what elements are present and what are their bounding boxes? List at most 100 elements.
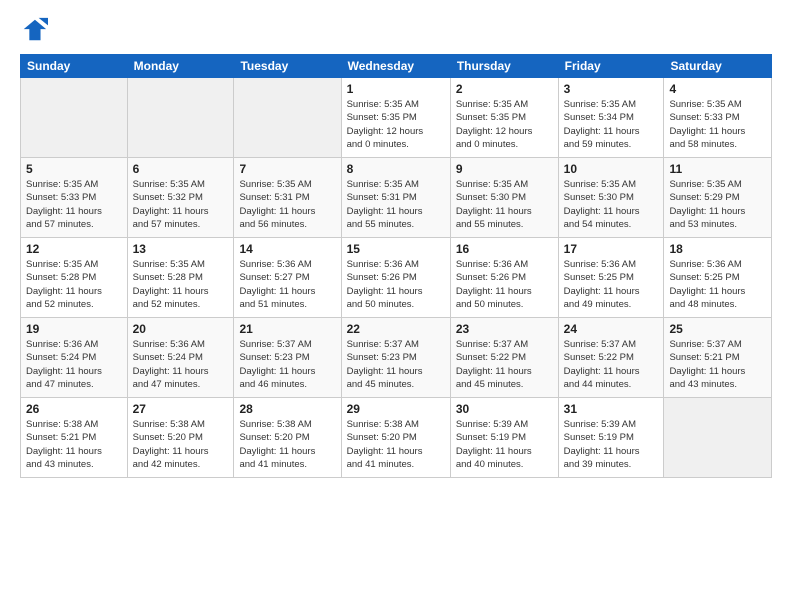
calendar-cell: 1 Sunrise: 5:35 AMSunset: 5:35 PMDaylight… <box>341 78 450 158</box>
day-info: Sunrise: 5:38 AMSunset: 5:20 PMDaylight:… <box>239 418 335 471</box>
calendar-week-row: 1 Sunrise: 5:35 AMSunset: 5:35 PMDaylight… <box>21 78 772 158</box>
day-number: 15 <box>347 242 445 256</box>
logo-icon <box>20 16 48 44</box>
day-info: Sunrise: 5:35 AMSunset: 5:31 PMDaylight:… <box>239 178 335 231</box>
day-number: 1 <box>347 82 445 96</box>
day-info: Sunrise: 5:35 AMSunset: 5:34 PMDaylight:… <box>564 98 659 151</box>
day-number: 18 <box>669 242 766 256</box>
calendar-cell: 15 Sunrise: 5:36 AMSunset: 5:26 PMDayligh… <box>341 238 450 318</box>
day-info: Sunrise: 5:37 AMSunset: 5:21 PMDaylight:… <box>669 338 766 391</box>
calendar-cell: 3 Sunrise: 5:35 AMSunset: 5:34 PMDaylight… <box>558 78 664 158</box>
calendar-cell: 5 Sunrise: 5:35 AMSunset: 5:33 PMDaylight… <box>21 158 128 238</box>
calendar-cell: 7 Sunrise: 5:35 AMSunset: 5:31 PMDaylight… <box>234 158 341 238</box>
calendar-cell: 2 Sunrise: 5:35 AMSunset: 5:35 PMDaylight… <box>450 78 558 158</box>
day-info: Sunrise: 5:39 AMSunset: 5:19 PMDaylight:… <box>564 418 659 471</box>
calendar-cell: 18Sunrise: 5:36 AMSunset: 5:25 PMDayligh… <box>664 238 772 318</box>
calendar-cell: 27Sunrise: 5:38 AMSunset: 5:20 PMDayligh… <box>127 398 234 478</box>
calendar-cell <box>234 78 341 158</box>
calendar-cell: 8 Sunrise: 5:35 AMSunset: 5:31 PMDaylight… <box>341 158 450 238</box>
calendar-cell <box>21 78 128 158</box>
day-number: 26 <box>26 402 122 416</box>
weekday-header: Wednesday <box>341 55 450 78</box>
day-info: Sunrise: 5:35 AMSunset: 5:30 PMDaylight:… <box>456 178 553 231</box>
weekday-header: Monday <box>127 55 234 78</box>
calendar-week-row: 12 Sunrise: 5:35 AMSunset: 5:28 PMDayligh… <box>21 238 772 318</box>
weekday-header: Friday <box>558 55 664 78</box>
day-info: Sunrise: 5:35 AMSunset: 5:35 PMDaylight:… <box>347 98 445 151</box>
weekday-header: Tuesday <box>234 55 341 78</box>
day-info: Sunrise: 5:35 AMSunset: 5:31 PMDaylight:… <box>347 178 445 231</box>
day-number: 24 <box>564 322 659 336</box>
calendar-cell: 20Sunrise: 5:36 AMSunset: 5:24 PMDayligh… <box>127 318 234 398</box>
day-info: Sunrise: 5:35 AMSunset: 5:35 PMDaylight:… <box>456 98 553 151</box>
calendar-cell <box>127 78 234 158</box>
day-info: Sunrise: 5:36 AMSunset: 5:24 PMDaylight:… <box>26 338 122 391</box>
calendar-cell: 19Sunrise: 5:36 AMSunset: 5:24 PMDayligh… <box>21 318 128 398</box>
calendar-cell: 6 Sunrise: 5:35 AMSunset: 5:32 PMDaylight… <box>127 158 234 238</box>
calendar-cell: 25 Sunrise: 5:37 AMSunset: 5:21 PMDayligh… <box>664 318 772 398</box>
calendar-cell: 29 Sunrise: 5:38 AMSunset: 5:20 PMDayligh… <box>341 398 450 478</box>
day-info: Sunrise: 5:35 AMSunset: 5:28 PMDaylight:… <box>26 258 122 311</box>
day-info: Sunrise: 5:35 AMSunset: 5:30 PMDaylight:… <box>564 178 659 231</box>
day-number: 7 <box>239 162 335 176</box>
day-info: Sunrise: 5:36 AMSunset: 5:26 PMDaylight:… <box>456 258 553 311</box>
day-number: 29 <box>347 402 445 416</box>
calendar-cell: 12 Sunrise: 5:35 AMSunset: 5:28 PMDayligh… <box>21 238 128 318</box>
calendar-cell: 10 Sunrise: 5:35 AMSunset: 5:30 PMDayligh… <box>558 158 664 238</box>
weekday-header: Saturday <box>664 55 772 78</box>
calendar-cell: 23Sunrise: 5:37 AMSunset: 5:22 PMDayligh… <box>450 318 558 398</box>
day-info: Sunrise: 5:38 AMSunset: 5:20 PMDaylight:… <box>347 418 445 471</box>
day-number: 21 <box>239 322 335 336</box>
calendar-cell: 24Sunrise: 5:37 AMSunset: 5:22 PMDayligh… <box>558 318 664 398</box>
day-number: 16 <box>456 242 553 256</box>
day-number: 13 <box>133 242 229 256</box>
day-info: Sunrise: 5:38 AMSunset: 5:21 PMDaylight:… <box>26 418 122 471</box>
day-info: Sunrise: 5:36 AMSunset: 5:26 PMDaylight:… <box>347 258 445 311</box>
day-number: 9 <box>456 162 553 176</box>
calendar-cell: 22 Sunrise: 5:37 AMSunset: 5:23 PMDayligh… <box>341 318 450 398</box>
calendar-cell <box>664 398 772 478</box>
day-number: 14 <box>239 242 335 256</box>
day-info: Sunrise: 5:35 AMSunset: 5:33 PMDaylight:… <box>26 178 122 231</box>
calendar-cell: 26 Sunrise: 5:38 AMSunset: 5:21 PMDayligh… <box>21 398 128 478</box>
day-info: Sunrise: 5:35 AMSunset: 5:29 PMDaylight:… <box>669 178 766 231</box>
day-number: 28 <box>239 402 335 416</box>
calendar-cell: 17 Sunrise: 5:36 AMSunset: 5:25 PMDayligh… <box>558 238 664 318</box>
day-number: 25 <box>669 322 766 336</box>
day-info: Sunrise: 5:36 AMSunset: 5:27 PMDaylight:… <box>239 258 335 311</box>
calendar-cell: 30Sunrise: 5:39 AMSunset: 5:19 PMDayligh… <box>450 398 558 478</box>
day-number: 27 <box>133 402 229 416</box>
day-number: 3 <box>564 82 659 96</box>
page-header <box>20 16 772 44</box>
calendar-cell: 11 Sunrise: 5:35 AMSunset: 5:29 PMDayligh… <box>664 158 772 238</box>
day-number: 4 <box>669 82 766 96</box>
day-number: 8 <box>347 162 445 176</box>
day-number: 12 <box>26 242 122 256</box>
calendar-cell: 16 Sunrise: 5:36 AMSunset: 5:26 PMDayligh… <box>450 238 558 318</box>
calendar-week-row: 5 Sunrise: 5:35 AMSunset: 5:33 PMDaylight… <box>21 158 772 238</box>
day-number: 30 <box>456 402 553 416</box>
day-number: 10 <box>564 162 659 176</box>
day-number: 17 <box>564 242 659 256</box>
day-number: 6 <box>133 162 229 176</box>
calendar-cell: 21 Sunrise: 5:37 AMSunset: 5:23 PMDayligh… <box>234 318 341 398</box>
calendar-cell: 4 Sunrise: 5:35 AMSunset: 5:33 PMDaylight… <box>664 78 772 158</box>
day-info: Sunrise: 5:35 AMSunset: 5:33 PMDaylight:… <box>669 98 766 151</box>
weekday-header: Thursday <box>450 55 558 78</box>
calendar-cell: 13Sunrise: 5:35 AMSunset: 5:28 PMDayligh… <box>127 238 234 318</box>
calendar-header-row: SundayMondayTuesdayWednesdayThursdayFrid… <box>21 55 772 78</box>
day-info: Sunrise: 5:35 AMSunset: 5:32 PMDaylight:… <box>133 178 229 231</box>
logo <box>20 16 52 44</box>
day-number: 22 <box>347 322 445 336</box>
day-number: 2 <box>456 82 553 96</box>
calendar-table: SundayMondayTuesdayWednesdayThursdayFrid… <box>20 54 772 478</box>
day-info: Sunrise: 5:37 AMSunset: 5:22 PMDaylight:… <box>456 338 553 391</box>
day-info: Sunrise: 5:36 AMSunset: 5:25 PMDaylight:… <box>564 258 659 311</box>
weekday-header: Sunday <box>21 55 128 78</box>
day-info: Sunrise: 5:37 AMSunset: 5:23 PMDaylight:… <box>239 338 335 391</box>
day-number: 31 <box>564 402 659 416</box>
calendar-cell: 28 Sunrise: 5:38 AMSunset: 5:20 PMDayligh… <box>234 398 341 478</box>
day-info: Sunrise: 5:37 AMSunset: 5:23 PMDaylight:… <box>347 338 445 391</box>
day-number: 11 <box>669 162 766 176</box>
day-number: 5 <box>26 162 122 176</box>
